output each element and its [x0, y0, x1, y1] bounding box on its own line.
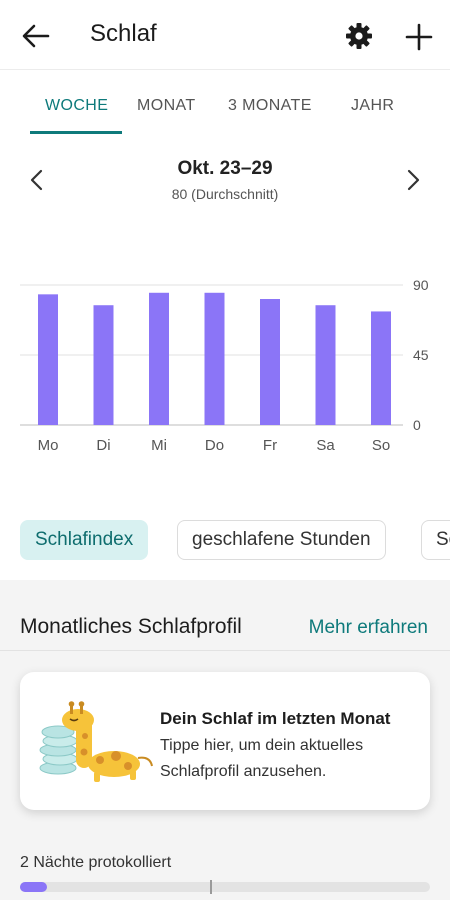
gear-icon[interactable] [344, 21, 374, 51]
bar-do[interactable] [204, 292, 225, 425]
card-title: Dein Schlaf im letzten Monat [160, 709, 391, 728]
y-tick-label: 45 [413, 347, 429, 363]
x-tick-label: Fr [263, 437, 277, 454]
learn-more-link[interactable]: Mehr erfahren [309, 617, 428, 639]
progress-fill [20, 882, 47, 892]
plus-icon[interactable] [403, 21, 435, 53]
giraffe-pillows-illustration [39, 701, 153, 782]
x-tick-label: Di [96, 437, 110, 454]
x-tick-label: Do [205, 437, 224, 454]
bar-mo[interactable] [38, 294, 58, 425]
profile-heading: Monatliches Schlafprofil [20, 615, 242, 638]
page-title: Schlaf [90, 20, 157, 47]
tab-monat[interactable]: MONAT [137, 97, 196, 115]
back-arrow-icon[interactable] [18, 20, 52, 52]
sleep-score-chart: 90 45 0 Mo Di Mi Do Fr Sa So [0, 270, 450, 470]
period-tabs: WOCHE MONAT 3 MONATE JAHR [0, 70, 450, 136]
period-selector: Okt. 23–29 80 (Durchschnitt) [0, 150, 450, 210]
date-range: Okt. 23–29 [177, 158, 273, 179]
app-bar: Schlaf [0, 0, 450, 70]
divider [0, 650, 450, 651]
progress-marker [210, 880, 212, 894]
bar-di[interactable] [93, 305, 114, 425]
average-score: 80 (Durchschnitt) [171, 186, 279, 202]
y-tick-label: 90 [413, 277, 429, 293]
chip-schlafindex[interactable]: Schlafindex [20, 520, 149, 560]
tab-jahr[interactable]: JAHR [351, 97, 394, 115]
card-description: Tippe hier, um dein aktuelles Schlafprof… [160, 737, 364, 780]
tab-3-monate[interactable]: 3 MONATE [228, 97, 312, 115]
nights-logged-label: 2 Nächte protokolliert [20, 854, 172, 871]
bar-so[interactable] [371, 311, 391, 425]
chip-truncated[interactable]: Sc [421, 520, 450, 560]
bar-fr[interactable] [260, 299, 280, 425]
sleep-profile-card[interactable]: Dein Schlaf im letzten Monat Tippe hier,… [20, 672, 430, 810]
chevron-right-icon[interactable] [402, 166, 424, 194]
metric-chips: Schlafindex geschlafene Stunden Sc [0, 520, 450, 560]
x-tick-label: Mi [151, 437, 167, 454]
x-tick-label: Mo [38, 437, 59, 454]
bar-mi[interactable] [149, 292, 169, 425]
nights-progress-bar [20, 880, 430, 894]
tab-woche[interactable]: WOCHE [45, 97, 108, 115]
tab-indicator [30, 131, 122, 134]
x-tick-label: Sa [316, 437, 335, 454]
profile-header: Monatliches Schlafprofil Mehr erfahren [0, 600, 450, 652]
chip-geschlafene-stunden[interactable]: geschlafene Stunden [177, 520, 386, 560]
bar-chart-svg: 90 45 0 Mo Di Mi Do Fr Sa So [20, 277, 429, 454]
x-tick-label: So [372, 437, 390, 454]
bar-sa[interactable] [315, 305, 336, 425]
y-tick-label: 0 [413, 417, 421, 433]
